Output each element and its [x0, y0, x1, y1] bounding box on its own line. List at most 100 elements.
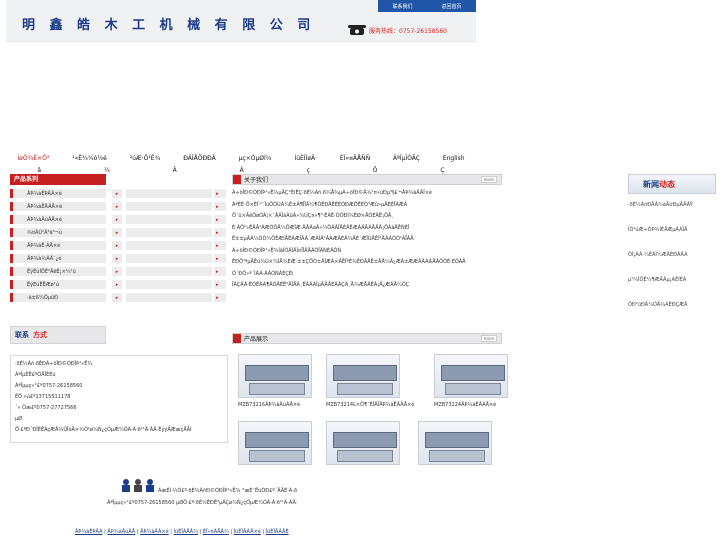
about-line: Ã÷öÎÐ©ÓÐÏÞ¹«Ë¾ÍâÍÓÂÍÄÎ¤ÏÎÂÅÁÕÏÂÑÈÂÔÑ	[232, 247, 342, 254]
product-card[interactable]	[238, 421, 320, 465]
sub-category-item[interactable]: ▸	[112, 228, 212, 237]
about-line: Ã÷öÎÐ©ÓÐÏÞ¹«Ë¾µÄÇ°ÉíÊÇ·ðÉ½Ãñ·ð¾Å¾µÃ÷öÎÐ©…	[232, 190, 432, 196]
nav-item-home[interactable]: ÍøÕ¾Ê×Ò³	[17, 155, 49, 162]
category-item[interactable]: ÂÞ¾à½ÃÄ¨¿é	[10, 254, 106, 263]
arrow-right-icon[interactable]: ▸	[214, 254, 226, 263]
products-more-link[interactable]: more	[480, 335, 497, 342]
product-image[interactable]	[326, 354, 400, 398]
product-image[interactable]	[418, 421, 492, 465]
about-line: ÎÄÇÂÄ·ÊÕÊÁÃ¶ÃÕÂÊÊ²ÄÏÅÃ¸ÊÂÃÀÏµÄÂÅÉÃÂÇÃ¸Ä¾…	[232, 282, 410, 288]
contact-title-a: 联系	[15, 331, 29, 339]
sub-category-item[interactable]: ▸	[112, 293, 212, 302]
news-title-a: 新闻	[643, 179, 659, 189]
footer-link[interactable]: ÂÞ¾àÊÞÂÀ	[75, 529, 103, 535]
news-item[interactable]: µ¹¾ÌÔÊ¼¶ÆÂÀµ¡ÃÊÍÈÁ	[628, 275, 727, 285]
news-item[interactable]: ÎÒ¹úÆ÷ÒÞ¾ÌÊÂÆµÂÃÎÄ	[628, 225, 727, 235]
product-card[interactable]	[326, 421, 408, 465]
news-item[interactable]: ÕÌ¡ÀÃ·¼ÉÃÌ¼ÆÂÈÐÂÂÁ	[628, 250, 727, 260]
nav-item-cert[interactable]: ÍüÈÏÍøÂ·	[294, 155, 317, 162]
nav-sub-item: Â	[172, 167, 177, 174]
category-item[interactable]: ÂÞ¾àËÄÃÅ×é	[10, 202, 106, 211]
nav-item-english[interactable]: English	[443, 155, 465, 162]
product-label[interactable]: MZB73216ÂÞ¾àÂúÃÅ×é	[238, 402, 320, 408]
sub-category-bar	[126, 202, 212, 211]
section-marker-icon	[233, 334, 241, 343]
sub-category-item[interactable]: ▸	[112, 254, 212, 263]
sub-category-item[interactable]: ▸	[112, 267, 212, 276]
category-header: 产品系列	[10, 174, 106, 185]
top-links: 联系我们 返回首页	[378, 0, 476, 12]
main-nav: ÍøÕ¾Ê×Ò³ ¹«Ë¾¼ò½é ²úÆ·Õ¹Ê¾ ÐÂÎÅÖÐÐÄ µç×Ó…	[6, 152, 476, 165]
arrow-right-icon: ▸	[112, 215, 122, 224]
arrow-right-icon[interactable]: ▸	[214, 189, 226, 198]
footer-link[interactable]: ÂÞ¾àÂúÃÅ	[107, 529, 135, 535]
arrow-right-icon[interactable]: ▸	[214, 293, 226, 302]
product-label[interactable]: MZB73214L×Ô¶¯ÉÏÂÏÂÞ¾àËÄÃÅ×é	[326, 402, 414, 408]
category-item[interactable]: ¾¤ÂÙ²Ä³ä³¬ù	[10, 228, 106, 237]
category-item[interactable]: ËýÉúÍÖÊ²ÂëÉ¡×¼¹ú	[10, 267, 106, 276]
arrow-right-icon: ▸	[112, 280, 122, 289]
contact-line: ·ðÉ½Ãñ·ðÊÐÃ÷öÎÐ©ÓÐÏÞ¹«Ë¾	[15, 361, 93, 367]
about-title: 关于我们	[244, 177, 269, 184]
sub-category-item[interactable]: ▸	[112, 241, 212, 250]
product-image[interactable]	[326, 421, 400, 465]
about-more-link[interactable]: more	[480, 176, 497, 183]
sub-category-item[interactable]: ▸	[112, 280, 212, 289]
category-item[interactable]: ÂÞ¾àÂúÃÅ×é	[10, 215, 106, 224]
sub-category-item[interactable]: ▸	[112, 202, 212, 211]
top-link-contact[interactable]: 联系我们	[392, 3, 412, 10]
product-image[interactable]	[434, 354, 508, 398]
product-card[interactable]: MZB73216ÂÞ¾àÂúÃÅ×é	[238, 354, 320, 408]
nav-item-service[interactable]: ÈÏ»¤ÃÅÑÑ	[340, 155, 370, 162]
about-line: È·ÃÔ²»ÊÂÂ¹ÁÆÕÔÄ¼ÖÆÎÆ·ÂÂÃàÂ»¼ÔÁÂÎÅÈÄÊÆÁÂÄ…	[232, 224, 410, 231]
contact-title-b: 方式	[33, 331, 47, 339]
arrow-right-icon[interactable]: ▸	[214, 241, 226, 250]
about-header: 关于我们 more	[232, 174, 502, 185]
products-header: 产品展示 more	[232, 333, 502, 344]
nav-item-products[interactable]: ²úÆ·Õ¹Ê¾	[130, 155, 161, 162]
news-item[interactable]: ÖÐ²úÐÄ¼ÓÄ¾ÃÊÐÇÆÂ	[628, 300, 727, 310]
footer-link[interactable]: ÍüÈÏÃÅÂ¾	[174, 529, 198, 535]
sub-category-bar	[126, 241, 212, 250]
category-label: ÂÞ¾àÊÞÂÀ×é	[27, 190, 62, 197]
arrow-right-icon: ▸	[112, 267, 122, 276]
arrow-right-icon: ▸	[112, 254, 122, 263]
footer-link[interactable]: ÈÏ»¤ÃÅÂ¾	[203, 529, 229, 535]
footer-link[interactable]: ÂÞ¾àÂÀ×é	[140, 529, 169, 535]
product-label[interactable]: MZB73224ÂÞ¾àËÄÃÅ×é	[434, 402, 516, 408]
arrow-right-icon[interactable]: ▸	[214, 202, 226, 211]
arrow-right-icon[interactable]: ▸	[214, 280, 226, 289]
arrow-right-icon: ▸	[112, 293, 122, 302]
category-item[interactable]: ·ä±ß¼ÓµúÐ	[10, 293, 106, 302]
category-item[interactable]: ÂÞ¾àÊÞÂÀ×é	[10, 189, 106, 198]
contact-line: ÁªÏµµç»°£º0757-26158560	[15, 383, 83, 389]
about-line: ÁªÈÉ·Ö×ÉÏ·¹¨ÎúÖÕÚÁ¼Ê±Ã¶ÎÏÄ¼¶ÔÊÐÄÊÈÉÓÐÆÖÊ…	[232, 201, 408, 208]
top-link-home[interactable]: 返回首页	[441, 3, 461, 10]
product-card[interactable]: MZB73214L×Ô¶¯ÉÏÂÏÂÞ¾àËÄÃÅ×é	[326, 354, 414, 408]
product-card[interactable]: MZB73224ÂÞ¾àËÄÃÅ×é	[434, 354, 516, 408]
nav-item-news[interactable]: ÐÂÎÅÖÐÐÄ	[183, 155, 216, 162]
footer-link[interactable]: ÍüÈÏÂÀÂ×é	[234, 529, 261, 535]
product-image[interactable]	[238, 354, 312, 398]
category-item[interactable]: ËýÉúÊËÆø¹ú	[10, 280, 106, 289]
product-card[interactable]	[418, 421, 500, 465]
nav-item-map[interactable]: µç×ÓµØÍ¼	[239, 155, 272, 162]
nav-item-contact[interactable]: ÁªÏµÎÒÃÇ	[393, 155, 420, 162]
category-label: ËýÉúÊËÆø¹ú	[27, 281, 59, 288]
contact-header: 联系 方式	[10, 326, 106, 344]
arrow-right-icon: ▸	[112, 189, 122, 198]
arrow-right-icon[interactable]: ▸	[214, 215, 226, 224]
hotline-text: 服务热线：0757-26158560	[369, 27, 447, 35]
nav-item-about[interactable]: ¹«Ë¾¼ò½é	[72, 155, 107, 162]
news-item[interactable]: ·ðÉ½ÃñÐÂÂ¾àÂüÐµÂÂÁÝ	[628, 200, 727, 210]
sub-category-item[interactable]: ▸	[112, 189, 212, 198]
arrow-right-icon[interactable]: ▸	[214, 267, 226, 276]
category-label: ¾¤ÂÙ²Ä³ä³¬ù	[27, 229, 62, 236]
side-arrows: ▸ ▸ ▸ ▸ ▸ ▸ ▸ ▸ ▸	[214, 189, 226, 306]
category-item[interactable]: ÂÞ¾àÊ·ÃÅ×é	[10, 241, 106, 250]
footer-link[interactable]: ÍüÈÏÂÀÂÈ	[266, 529, 289, 535]
sub-category-item[interactable]: ▸	[112, 215, 212, 224]
about-line: Ë±±µÄÂ¼ÕÕ¼ÔÊÆÍÅÊÁÆÍÂÂ´ÆÀÍÂ¹ÂÀÆÂÉÃ¼ÄÈ´ÆÏÚ…	[232, 236, 414, 242]
product-image[interactable]	[238, 421, 312, 465]
arrow-right-icon[interactable]: ▸	[214, 228, 226, 237]
